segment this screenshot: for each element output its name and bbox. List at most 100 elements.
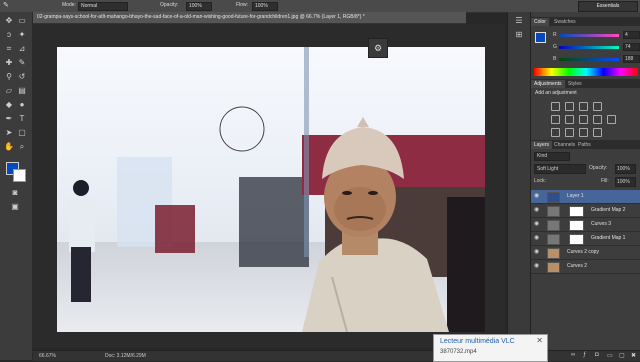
tab-styles[interactable]: Styles bbox=[565, 80, 585, 88]
eraser-tool-icon[interactable]: ▱ bbox=[3, 86, 15, 96]
new-group-icon[interactable]: ▭ bbox=[607, 352, 613, 359]
posterize-icon[interactable] bbox=[565, 128, 574, 137]
document-size: Doc: 3.12M/6.29M bbox=[105, 353, 146, 359]
layer-row[interactable]: ◉ Gradient Map 2 bbox=[531, 204, 640, 218]
gradient-map-icon[interactable] bbox=[593, 128, 602, 137]
pen-tool-icon[interactable]: ✒ bbox=[3, 114, 15, 124]
quick-mask-icon[interactable]: ◙ bbox=[9, 188, 21, 198]
workspace-select[interactable]: Essentials bbox=[578, 1, 638, 12]
brush-tool-icon[interactable]: ✎ bbox=[3, 1, 9, 9]
vlc-filename: 3870732.mp4 bbox=[440, 349, 477, 355]
zoom-tool-icon[interactable]: ⌕ bbox=[16, 142, 28, 152]
red-value[interactable]: 4 bbox=[623, 31, 640, 39]
brightness-contrast-icon[interactable] bbox=[551, 102, 560, 111]
foreground-color-chip[interactable] bbox=[535, 32, 546, 43]
delete-layer-icon[interactable]: ✖ bbox=[631, 352, 636, 359]
visibility-eye-icon[interactable]: ◉ bbox=[534, 207, 541, 213]
adjustments-panel-tabs: Adjustments Styles bbox=[531, 79, 640, 88]
history-panel-icon[interactable]: ☰ bbox=[513, 16, 525, 26]
document-tab[interactable]: 02-grampa-says-school-for-atlt-mahango-b… bbox=[33, 12, 466, 24]
healing-tool-icon[interactable]: ✚ bbox=[3, 58, 15, 68]
move-tool-icon[interactable]: ✥ bbox=[3, 16, 15, 26]
curves-icon[interactable] bbox=[579, 102, 588, 111]
hand-tool-icon[interactable]: ✋ bbox=[3, 142, 15, 152]
dodge-tool-icon[interactable]: ● bbox=[16, 100, 28, 110]
shape-tool-icon[interactable]: ▢ bbox=[16, 128, 28, 138]
background-color-swatch[interactable] bbox=[13, 169, 26, 182]
layer-style-icon[interactable]: ƒ bbox=[583, 352, 586, 358]
color-balance-icon[interactable] bbox=[579, 115, 588, 124]
layer-row[interactable]: ◉ Curves 2 copy bbox=[531, 246, 640, 260]
tab-color[interactable]: Color bbox=[531, 18, 549, 26]
visibility-eye-icon[interactable]: ◉ bbox=[534, 193, 541, 199]
vibrance-icon[interactable] bbox=[551, 115, 560, 124]
visibility-eye-icon[interactable]: ◉ bbox=[534, 249, 541, 255]
tab-paths[interactable]: Paths bbox=[575, 141, 594, 149]
type-tool-icon[interactable]: T bbox=[16, 114, 28, 124]
opacity-input[interactable]: 100% bbox=[186, 2, 212, 11]
threshold-icon[interactable] bbox=[579, 128, 588, 137]
gradient-tool-icon[interactable]: ▤ bbox=[16, 86, 28, 96]
photo-filter-icon[interactable] bbox=[607, 115, 616, 124]
layer-row[interactable]: ◉ Curves 3 bbox=[531, 218, 640, 232]
path-select-tool-icon[interactable]: ➤ bbox=[3, 128, 15, 138]
blue-slider[interactable]: B 188 bbox=[553, 55, 640, 63]
flow-input[interactable]: 100% bbox=[252, 2, 278, 11]
layer-row[interactable]: ◉ Gradient Map 1 bbox=[531, 232, 640, 246]
blur-tool-icon[interactable]: ◆ bbox=[3, 100, 15, 110]
color-spectrum[interactable] bbox=[534, 68, 638, 76]
tab-swatches[interactable]: Swatches bbox=[551, 18, 579, 26]
tab-layers[interactable]: Layers bbox=[531, 141, 553, 149]
mode-select[interactable]: Normal bbox=[78, 2, 128, 11]
green-slider[interactable]: G 74 bbox=[553, 43, 640, 51]
layer-row[interactable]: ◉ Layer 1 bbox=[531, 190, 640, 204]
fill-label: Fill: bbox=[601, 178, 609, 184]
history-brush-tool-icon[interactable]: ↺ bbox=[16, 72, 28, 82]
layer-name: Curves 2 bbox=[567, 263, 588, 269]
brush-tool-icon[interactable]: ✎ bbox=[16, 58, 28, 68]
tab-adjustments[interactable]: Adjustments bbox=[531, 80, 565, 88]
puppet-warp-icon[interactable]: ⚙ bbox=[368, 38, 388, 58]
visibility-eye-icon[interactable]: ◉ bbox=[534, 263, 541, 269]
document-canvas[interactable] bbox=[57, 47, 485, 332]
zoom-level[interactable]: 66.67% bbox=[39, 353, 56, 359]
marquee-tool-icon[interactable]: ▭ bbox=[16, 16, 28, 26]
red-slider[interactable]: R 4 bbox=[553, 31, 640, 39]
clone-stamp-tool-icon[interactable]: ⚲ bbox=[3, 72, 15, 82]
fill-input[interactable]: 100% bbox=[615, 177, 636, 187]
visibility-eye-icon[interactable]: ◉ bbox=[534, 235, 541, 241]
eyedropper-tool-icon[interactable]: ⊿ bbox=[16, 44, 28, 54]
hue-saturation-icon[interactable] bbox=[565, 115, 574, 124]
properties-panel-icon[interactable]: ⊞ bbox=[513, 30, 525, 40]
add-mask-icon[interactable]: ◘ bbox=[595, 352, 599, 358]
vlc-notification[interactable]: Lecteur multimédia VLC 3870732.mp4 ✕ bbox=[433, 334, 548, 362]
blend-mode-select[interactable]: Soft Light bbox=[534, 164, 586, 174]
close-icon[interactable]: ✕ bbox=[536, 336, 543, 345]
layer-thumbnail bbox=[547, 192, 560, 203]
layer-thumbnail bbox=[547, 248, 560, 259]
green-value[interactable]: 74 bbox=[623, 43, 640, 51]
color-panel-tabs: Color Swatches bbox=[531, 17, 640, 26]
black-white-icon[interactable] bbox=[593, 115, 602, 124]
green-slider-track[interactable] bbox=[559, 46, 619, 49]
layer-filter-select[interactable]: Kind bbox=[534, 152, 570, 161]
levels-icon[interactable] bbox=[565, 102, 574, 111]
new-layer-icon[interactable]: ▢ bbox=[619, 352, 625, 359]
link-layers-icon[interactable]: ∞ bbox=[571, 352, 575, 358]
layer-row[interactable]: ◉ Curves 2 bbox=[531, 260, 640, 274]
lasso-tool-icon[interactable]: ↄ bbox=[3, 30, 15, 40]
crop-tool-icon[interactable]: ⌗ bbox=[3, 44, 15, 54]
blue-value[interactable]: 188 bbox=[623, 55, 640, 63]
blue-slider-track[interactable] bbox=[559, 58, 619, 61]
visibility-eye-icon[interactable]: ◉ bbox=[534, 221, 541, 227]
quick-select-tool-icon[interactable]: ✦ bbox=[16, 30, 28, 40]
screen-mode-icon[interactable]: ▣ bbox=[9, 202, 21, 212]
exposure-icon[interactable] bbox=[593, 102, 602, 111]
invert-icon[interactable] bbox=[551, 128, 560, 137]
layer-opacity-input[interactable]: 100% bbox=[615, 164, 636, 174]
layer-name: Curves 3 bbox=[591, 221, 612, 227]
vlc-title: Lecteur multimédia VLC bbox=[440, 338, 515, 345]
layer-mask-thumbnail bbox=[569, 234, 584, 245]
layer-name: Gradient Map 1 bbox=[591, 235, 626, 241]
red-slider-track[interactable] bbox=[559, 34, 619, 37]
